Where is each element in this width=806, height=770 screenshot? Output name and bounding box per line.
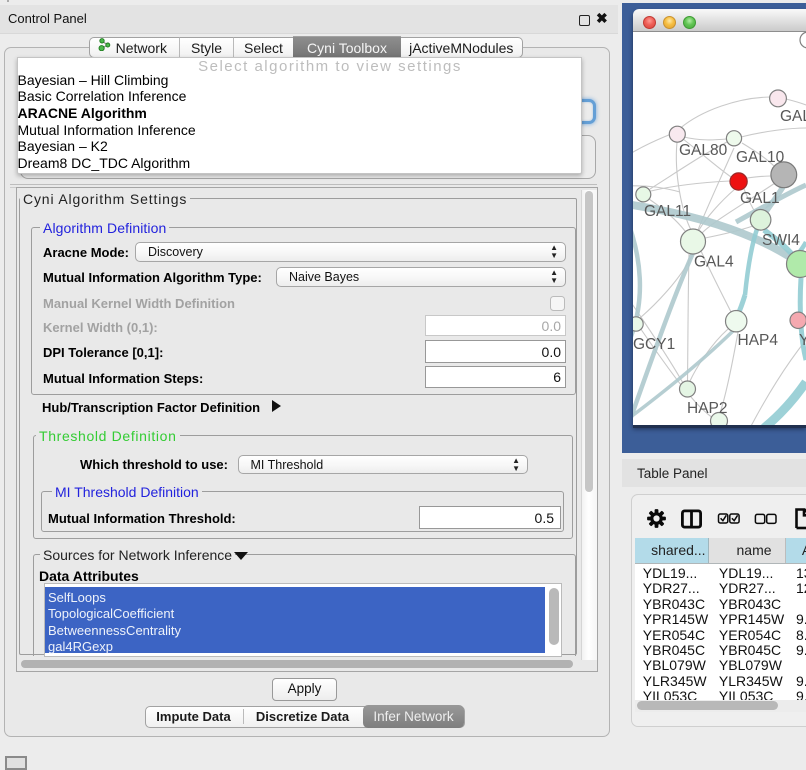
svg-text:GAL7: GAL7 xyxy=(780,108,806,125)
svg-text:GCY1: GCY1 xyxy=(633,336,675,353)
svg-text:GAL11: GAL11 xyxy=(644,203,691,220)
svg-text:SWI4: SWI4 xyxy=(762,232,800,249)
svg-text:Y: Y xyxy=(799,332,806,349)
svg-text:HAP2: HAP2 xyxy=(687,400,728,417)
svg-text:GAL80: GAL80 xyxy=(679,142,728,159)
svg-text:HAP4: HAP4 xyxy=(738,332,779,349)
svg-text:GAL1: GAL1 xyxy=(740,190,780,207)
svg-text:GAL10: GAL10 xyxy=(736,149,785,166)
svg-text:GAL4: GAL4 xyxy=(694,254,734,271)
